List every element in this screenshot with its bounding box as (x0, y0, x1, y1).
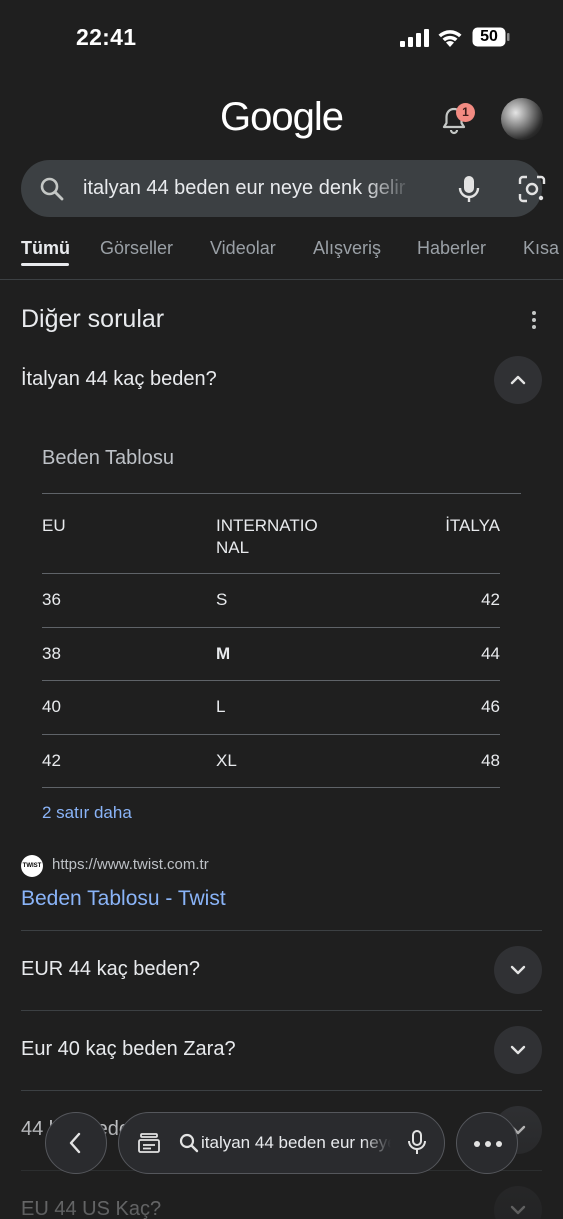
more-button[interactable] (456, 1112, 518, 1174)
source-title-link[interactable]: Beden Tablosu - Twist (21, 887, 226, 911)
table-header-international: INTERNATIO NAL (216, 516, 318, 557)
table-caption: Beden Tablosu (42, 447, 174, 469)
divider (21, 930, 542, 931)
microphone-icon[interactable] (406, 1130, 428, 1156)
table-cell: 42 (42, 751, 61, 770)
table-cell: 46 (481, 697, 500, 716)
more-rows-link[interactable]: 2 satır daha (42, 803, 132, 823)
search-icon (40, 177, 64, 201)
divider (21, 1010, 542, 1011)
question-item[interactable]: EU 44 US Kaç? (21, 1186, 542, 1219)
table-header-italy: İTALYA (445, 516, 500, 535)
tab-news[interactable]: Haberler (417, 238, 486, 259)
site-favicon: TWIST (21, 855, 43, 877)
question-text: İtalyan 44 kaç beden? (21, 368, 217, 390)
expand-button[interactable] (494, 1186, 542, 1219)
table-cell: 36 (42, 590, 61, 609)
table-rule (42, 573, 500, 574)
table-cell: 44 (481, 644, 500, 663)
battery-level: 50 (480, 28, 498, 45)
source-url[interactable]: https://www.twist.com.tr (52, 856, 209, 873)
table-cell: S (216, 590, 228, 609)
tab-images[interactable]: Görseller (100, 238, 173, 259)
wifi-icon (438, 30, 462, 47)
chevron-down-icon (510, 1205, 526, 1215)
tab-short-videos[interactable]: Kısa (523, 238, 559, 259)
clock: 22:41 (76, 24, 137, 50)
section-title: Diğer sorular (21, 305, 165, 333)
table-rule (42, 493, 521, 494)
table-cell: L (216, 697, 226, 716)
table-cell: 42 (481, 590, 500, 609)
search-icon (179, 1133, 199, 1153)
google-logo[interactable]: Google (220, 95, 344, 140)
back-button[interactable] (45, 1112, 107, 1174)
table-cell: XL (216, 751, 237, 770)
more-horizontal-icon (474, 1141, 502, 1147)
avatar[interactable] (501, 98, 543, 140)
question-text: EUR 44 kaç beden? (21, 958, 201, 980)
chevron-left-icon (69, 1132, 81, 1154)
chevron-down-icon (510, 1045, 526, 1055)
chevron-up-icon (510, 375, 526, 385)
bottom-search-pill[interactable]: italyan 44 beden eur neye denk gelir (118, 1112, 445, 1174)
search-tabs: Tümü Görseller Videolar Alışveriş Haberl… (0, 232, 563, 280)
status-bar: 22:41 50 (0, 0, 563, 72)
cellular-signal-icon (400, 29, 429, 47)
google-lens-icon[interactable] (517, 174, 547, 204)
table-cell: 40 (42, 697, 61, 716)
table-header-eu: EU (42, 516, 66, 535)
question-text: Eur 40 kaç beden Zara? (21, 1038, 236, 1060)
table-rule (42, 680, 500, 681)
more-options-icon[interactable] (526, 308, 542, 332)
table-rule (42, 734, 500, 735)
table-rule (42, 787, 500, 788)
question-text: EU 44 US Kaç? (21, 1198, 162, 1219)
table-cell: 48 (481, 751, 500, 770)
question-item[interactable]: Eur 40 kaç beden Zara? (21, 1026, 542, 1074)
search-bar[interactable]: italyan 44 beden eur neye denk gelir (21, 160, 546, 217)
question-expanded[interactable]: İtalyan 44 kaç beden? (21, 356, 542, 404)
expand-button[interactable] (494, 1026, 542, 1074)
notification-badge: 1 (456, 103, 475, 122)
battery-icon: 50 (472, 27, 510, 47)
tab-videos[interactable]: Videolar (210, 238, 276, 259)
tab-all[interactable]: Tümü (21, 238, 70, 259)
tabs-icon[interactable] (137, 1131, 161, 1155)
bottom-search-query[interactable]: italyan 44 beden eur neye denk gelir (201, 1133, 391, 1153)
microphone-icon[interactable] (455, 174, 483, 204)
tab-shopping[interactable]: Alışveriş (313, 238, 381, 259)
table-rule (42, 627, 500, 628)
table-cell: M (216, 644, 231, 663)
expand-button[interactable] (494, 946, 542, 994)
table-cell: 38 (42, 644, 61, 663)
divider (21, 1090, 542, 1091)
chevron-down-icon (510, 965, 526, 975)
collapse-button[interactable] (494, 356, 542, 404)
search-input[interactable]: italyan 44 beden eur neye denk gelir (83, 177, 413, 200)
active-tab-indicator (21, 263, 69, 266)
question-item[interactable]: EUR 44 kaç beden? (21, 946, 542, 994)
